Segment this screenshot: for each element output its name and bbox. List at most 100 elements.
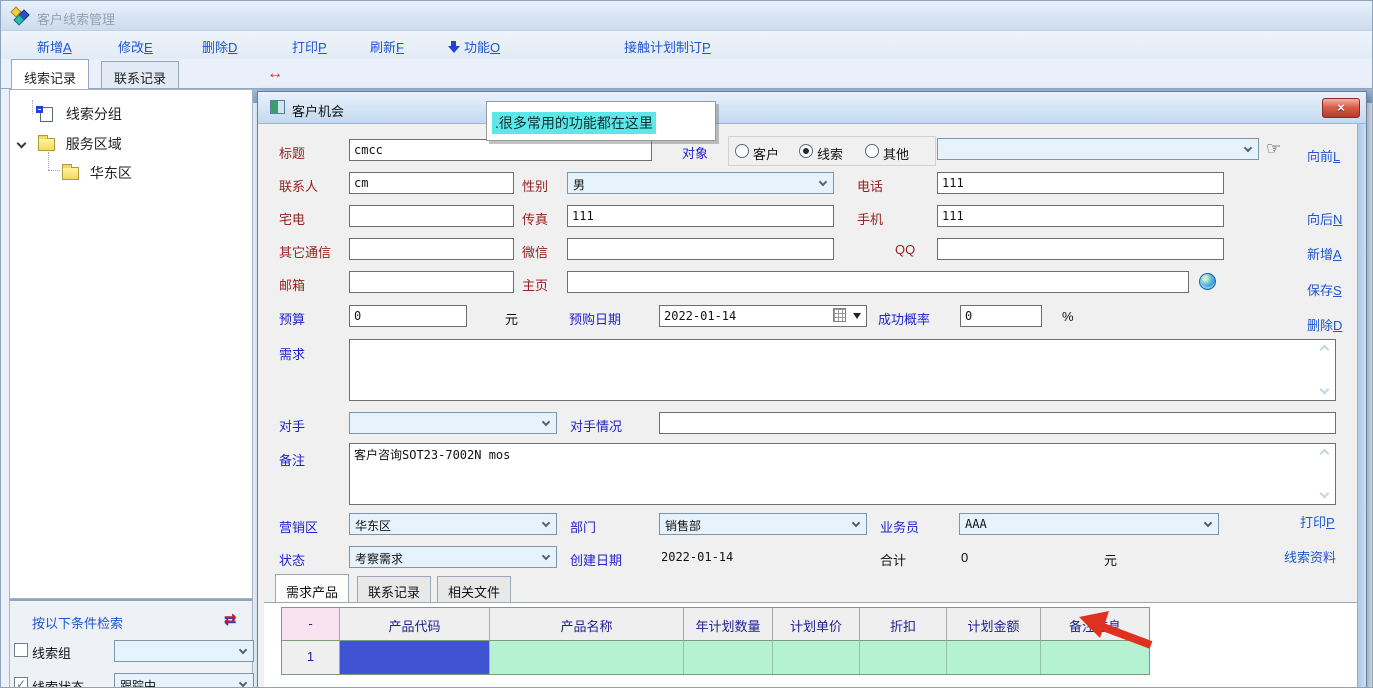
chevron-down-icon	[542, 552, 550, 560]
tab-contact-records[interactable]: 联系记录	[101, 61, 179, 89]
chevron-down-icon	[542, 519, 550, 527]
title-input[interactable]	[349, 139, 652, 161]
budget-unit: 元	[505, 309, 518, 328]
department-select[interactable]: 销售部	[659, 513, 867, 535]
window-titlebar: 客户线索管理	[1, 1, 1373, 31]
toolbar-edit[interactable]: 修改E	[118, 37, 153, 56]
splitter-handle-icon[interactable]: ↔	[267, 65, 283, 83]
total-label: 合计	[880, 550, 906, 569]
total-value: 0	[961, 550, 968, 565]
toolbar-print[interactable]: 打印P	[292, 37, 327, 56]
grid-cell-discount[interactable]	[860, 641, 947, 674]
pointer-hand-icon[interactable]: ☞	[1266, 139, 1281, 159]
radio-other[interactable]	[865, 144, 879, 158]
grid-cell-plan-amount[interactable]	[947, 641, 1041, 674]
demand-label: 需求	[279, 344, 305, 363]
mobile-label: 手机	[857, 209, 883, 228]
contact-label: 联系人	[279, 176, 318, 195]
grid-header-plan-amount[interactable]: 计划金额	[947, 608, 1041, 641]
grid-header-discount[interactable]: 折扣	[860, 608, 947, 641]
tab-demand-products[interactable]: 需求产品	[275, 574, 349, 602]
phone-input[interactable]	[937, 172, 1224, 194]
tree-item-lead-group[interactable]: 线索分组	[40, 104, 122, 124]
salesman-select[interactable]: AAA	[959, 513, 1219, 535]
wechat-label: 微信	[522, 242, 548, 261]
total-unit: 元	[1104, 550, 1117, 569]
grid-cell-remark-info[interactable]	[1041, 641, 1149, 674]
delete-link[interactable]: 删除D	[1307, 315, 1342, 334]
other-comm-input[interactable]	[349, 238, 514, 260]
chevron-down-icon	[239, 646, 247, 654]
mobile-input[interactable]	[937, 205, 1224, 227]
add-link[interactable]: 新增A	[1307, 244, 1342, 263]
grid-header-product-code[interactable]: 产品代码	[340, 608, 490, 641]
homepage-input[interactable]	[567, 271, 1189, 293]
object-select[interactable]	[937, 138, 1259, 160]
gender-select[interactable]: 男	[567, 172, 834, 194]
globe-icon[interactable]	[1199, 273, 1216, 290]
qq-input[interactable]	[937, 238, 1224, 260]
lead-status-checkbox[interactable]: ✓	[14, 677, 28, 688]
rival-info-label: 对手情况	[570, 416, 622, 435]
lead-group-select[interactable]	[114, 640, 254, 662]
purchase-date-label: 预购日期	[569, 309, 621, 328]
home-phone-input[interactable]	[349, 205, 514, 227]
budget-input[interactable]	[349, 305, 467, 327]
rival-select[interactable]	[349, 412, 557, 434]
nav-next-link[interactable]: 向后N	[1307, 209, 1342, 228]
fax-input[interactable]	[567, 205, 834, 227]
marketing-area-select[interactable]: 华东区	[349, 513, 557, 535]
grid-header-remark-info[interactable]: 备注信息	[1041, 608, 1149, 641]
grid-corner-header[interactable]: -	[282, 608, 340, 641]
grid-header-product-name[interactable]: 产品名称	[490, 608, 684, 641]
calendar-icon	[833, 308, 846, 322]
gender-label: 性别	[522, 176, 548, 195]
status-select[interactable]: 考察需求	[349, 546, 557, 568]
toolbar-contact-plan[interactable]: 接触计划制订P	[624, 37, 711, 56]
toolbar-add[interactable]: 新增A	[37, 37, 72, 56]
lead-group-checkbox[interactable]	[14, 643, 28, 657]
create-date-value: 2022-01-14	[661, 550, 733, 564]
remark-textarea[interactable]: 客户咨询SOT23-7002N mos	[349, 443, 1336, 505]
chevron-down-icon	[239, 679, 247, 687]
grid-header-annual-qty[interactable]: 年计划数量	[684, 608, 773, 641]
success-rate-input[interactable]	[960, 305, 1042, 327]
calendar-dropdown-button[interactable]	[833, 308, 863, 324]
tree-item-huadong[interactable]: 华东区	[62, 163, 132, 183]
purchase-date-input[interactable]: 2022-01-14	[659, 305, 867, 327]
tab-lead-records[interactable]: 线索记录	[11, 59, 89, 89]
status-label: 状态	[279, 550, 305, 569]
grid-cell-annual-qty[interactable]	[684, 641, 773, 674]
grid-cell-plan-price[interactable]	[773, 641, 860, 674]
toolbar-delete[interactable]: 删除D	[202, 37, 237, 56]
lead-info-link[interactable]: 线索资料	[1284, 547, 1336, 566]
marketing-area-label: 营销区	[279, 517, 318, 536]
app-logo-icon	[11, 7, 31, 25]
save-link[interactable]: 保存S	[1307, 280, 1342, 299]
toolbar-refresh[interactable]: 刷新F	[370, 37, 404, 56]
toolbar-functions[interactable]: 功能O	[448, 37, 500, 56]
grid-row-number[interactable]: 1	[282, 641, 340, 674]
demand-textarea[interactable]	[349, 339, 1336, 401]
radio-customer[interactable]	[735, 144, 749, 158]
search-condition-panel: 按以下条件检索 ⇄ 线索组 ✓ 线索状态 跟踪中	[9, 599, 253, 688]
title-label: 标题	[279, 143, 305, 162]
tab-contact-log[interactable]: 联系记录	[357, 576, 431, 602]
chevron-down-icon[interactable]	[17, 139, 27, 149]
tab-related-files[interactable]: 相关文件	[437, 576, 511, 602]
wechat-input[interactable]	[567, 238, 834, 260]
grid-cell-product-name[interactable]	[490, 641, 684, 674]
radio-lead[interactable]	[799, 144, 813, 158]
grid-header-plan-price[interactable]: 计划单价	[773, 608, 860, 641]
tree-item-service-area[interactable]: 服务区域	[18, 134, 122, 154]
swap-arrows-icon[interactable]: ⇄	[224, 610, 237, 628]
print-link[interactable]: 打印P	[1300, 512, 1335, 531]
contact-input[interactable]	[349, 172, 514, 194]
close-button[interactable]: ×	[1322, 98, 1360, 118]
app-window: 客户线索管理 新增A 修改E 删除D 打印P 刷新F 功能O 接触计划制订P 线…	[0, 0, 1373, 688]
nav-prev-link[interactable]: 向前L	[1307, 146, 1340, 165]
email-input[interactable]	[349, 271, 514, 293]
lead-status-select[interactable]: 跟踪中	[114, 673, 254, 688]
rival-info-input[interactable]	[659, 412, 1336, 434]
grid-cell-product-code-selected[interactable]	[340, 641, 490, 674]
